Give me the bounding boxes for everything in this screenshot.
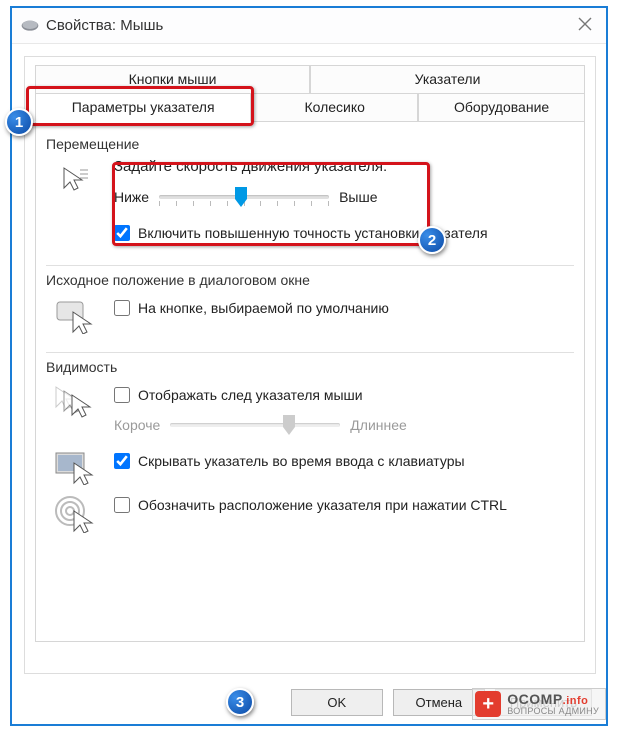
titlebar: Свойства: Мышь bbox=[12, 8, 606, 44]
tab-pointers[interactable]: Указатели bbox=[310, 65, 585, 93]
trails-input[interactable] bbox=[114, 387, 130, 403]
tab-wheel[interactable]: Колесико bbox=[251, 93, 418, 122]
badge-2: 2 bbox=[418, 226, 446, 254]
ctrl-locate-icon bbox=[46, 491, 104, 533]
dialog-body: Кнопки мыши Указатели Параметры указател… bbox=[24, 56, 596, 674]
tab-buttons[interactable]: Кнопки мыши bbox=[35, 65, 310, 93]
slider-fast-label: Выше bbox=[339, 189, 377, 205]
hide-typing-checkbox[interactable]: Скрывать указатель во время ввода с клав… bbox=[114, 453, 574, 469]
tab-page-pointer-options: Перемещение Задайте скорость движения ук… bbox=[35, 122, 585, 642]
watermark: + OCOMP.info ВОПРОСЫ АДМИНУ bbox=[472, 688, 606, 720]
pointer-speed-slider[interactable] bbox=[159, 185, 329, 209]
group-label-snap: Исходное положение в диалоговом окне bbox=[46, 272, 574, 288]
tab-control: Кнопки мыши Указатели Параметры указател… bbox=[35, 65, 585, 642]
mouse-icon bbox=[20, 19, 40, 33]
cancel-button[interactable]: Отмена bbox=[393, 689, 485, 716]
window-title: Свойства: Мышь bbox=[46, 17, 163, 34]
snap-icon bbox=[46, 294, 104, 334]
trails-slider bbox=[170, 413, 340, 437]
enhance-precision-input[interactable] bbox=[114, 225, 130, 241]
hide-typing-input[interactable] bbox=[114, 453, 130, 469]
trails-checkbox[interactable]: Отображать след указателя мыши bbox=[114, 387, 574, 403]
enhance-precision-checkbox[interactable]: Включить повышенную точность установки у… bbox=[114, 225, 574, 241]
badge-1: 1 bbox=[5, 108, 33, 136]
watermark-plus-icon: + bbox=[475, 691, 501, 717]
pointer-speed-icon bbox=[46, 158, 104, 196]
ok-button[interactable]: OK bbox=[291, 689, 383, 716]
tab-hardware[interactable]: Оборудование bbox=[418, 93, 585, 122]
group-label-movement: Перемещение bbox=[46, 136, 574, 152]
trails-icon bbox=[46, 381, 104, 421]
group-label-visibility: Видимость bbox=[46, 359, 574, 375]
speed-label: Задайте скорость движения указателя: bbox=[114, 158, 574, 175]
hide-typing-icon bbox=[46, 447, 104, 485]
trails-shorter-label: Короче bbox=[114, 417, 160, 433]
ctrl-locate-checkbox[interactable]: Обозначить расположение указателя при на… bbox=[114, 497, 574, 513]
close-icon[interactable] bbox=[572, 13, 598, 38]
trails-longer-label: Длиннее bbox=[350, 417, 407, 433]
snap-checkbox[interactable]: На кнопке, выбираемой по умолчанию bbox=[114, 300, 574, 316]
badge-3: 3 bbox=[226, 688, 254, 716]
dialog-window: Свойства: Мышь Кнопки мыши Указатели Пар… bbox=[10, 6, 608, 726]
snap-input[interactable] bbox=[114, 300, 130, 316]
ctrl-locate-input[interactable] bbox=[114, 497, 130, 513]
slider-slow-label: Ниже bbox=[114, 189, 149, 205]
tab-pointer-options[interactable]: Параметры указателя bbox=[35, 93, 251, 122]
